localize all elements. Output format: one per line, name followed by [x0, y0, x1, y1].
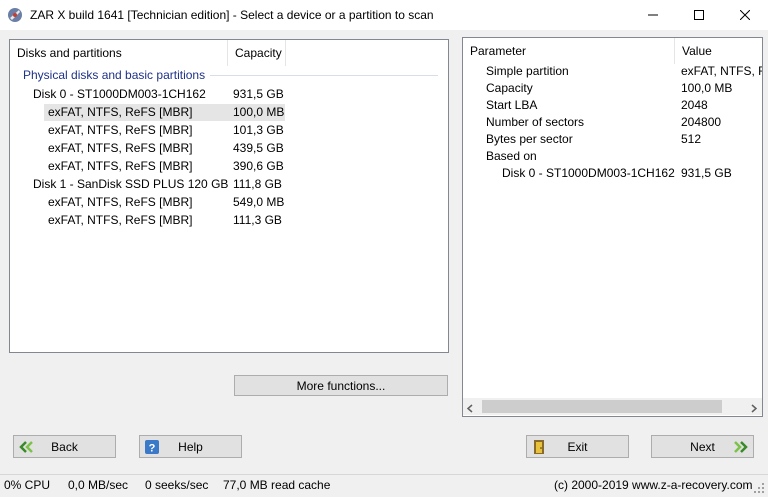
- param-row: Start LBA 2048: [463, 97, 762, 114]
- next-arrow-icon: [733, 439, 749, 458]
- item-capacity: 549,0 MB: [233, 195, 285, 209]
- column-header-value[interactable]: Value: [675, 38, 765, 64]
- list-item-partition[interactable]: exFAT, NTFS, ReFS [MBR] 439,5 GB: [10, 140, 450, 157]
- item-capacity: 931,5 GB: [233, 87, 284, 101]
- column-header-capacity[interactable]: Capacity: [228, 40, 286, 66]
- item-name: exFAT, NTFS, ReFS [MBR]: [48, 213, 193, 227]
- item-capacity: 111,8 GB: [233, 177, 282, 191]
- more-functions-label: More functions...: [296, 378, 386, 393]
- item-capacity: 439,5 GB: [233, 141, 284, 155]
- horizontal-scrollbar[interactable]: [463, 398, 762, 415]
- app-icon: [7, 7, 23, 23]
- param-value: 2048: [681, 98, 708, 112]
- param-value: exFAT, NTFS, R: [681, 64, 762, 78]
- status-seeks: 0 seeks/sec: [145, 478, 209, 492]
- list-item-disk0[interactable]: Disk 0 - ST1000DM003-1CH162 931,5 GB: [10, 86, 450, 103]
- disk-list-panel[interactable]: Disks and partitions Capacity Physical d…: [9, 39, 449, 353]
- item-capacity: 101,3 GB: [233, 123, 284, 137]
- window-title: ZAR X build 1641 [Technician edition] - …: [30, 8, 434, 22]
- help-label: Help: [178, 439, 203, 454]
- item-capacity: 390,6 GB: [233, 159, 284, 173]
- status-throughput: 0,0 MB/sec: [68, 478, 129, 492]
- close-icon: [740, 10, 750, 20]
- group-divider: [210, 75, 438, 76]
- list-item-partition[interactable]: exFAT, NTFS, ReFS [MBR] 111,3 GB: [10, 212, 450, 229]
- list-item-disk1[interactable]: Disk 1 - SanDisk SSD PLUS 120 GB 111,8 G…: [10, 176, 450, 193]
- status-cpu: 0% CPU: [4, 478, 51, 492]
- item-name: exFAT, NTFS, ReFS [MBR]: [48, 159, 193, 173]
- param-value: 100,0 MB: [681, 81, 733, 95]
- param-name: Disk 0 - ST1000DM003-1CH162: [502, 166, 675, 180]
- param-name: Number of sectors: [486, 115, 585, 129]
- param-row: Bytes per sector 512: [463, 131, 762, 148]
- param-row: Number of sectors 204800: [463, 114, 762, 131]
- item-name: exFAT, NTFS, ReFS [MBR]: [48, 195, 193, 209]
- next-button[interactable]: Next: [651, 435, 754, 458]
- param-row: Simple partition exFAT, NTFS, R: [463, 63, 762, 80]
- param-row: Based on: [463, 148, 762, 165]
- param-name: Bytes per sector: [486, 132, 573, 146]
- group-label: Physical disks and basic partitions: [23, 68, 206, 82]
- item-capacity: 100,0 MB: [233, 105, 285, 119]
- exit-label: Exit: [567, 439, 588, 454]
- item-name: exFAT, NTFS, ReFS [MBR]: [48, 141, 193, 155]
- param-name: Start LBA: [486, 98, 538, 112]
- param-row: Capacity 100,0 MB: [463, 80, 762, 97]
- back-label: Back: [51, 439, 78, 454]
- title-bar: ZAR X build 1641 [Technician edition] - …: [0, 0, 768, 30]
- maximize-icon: [694, 10, 704, 20]
- item-name: exFAT, NTFS, ReFS [MBR]: [48, 123, 193, 137]
- param-name: Simple partition: [486, 64, 569, 78]
- resize-grip-icon[interactable]: [754, 483, 765, 497]
- close-button[interactable]: [722, 0, 768, 30]
- list-item-partition[interactable]: exFAT, NTFS, ReFS [MBR] 101,3 GB: [10, 122, 450, 139]
- param-name: Capacity: [486, 81, 533, 95]
- more-functions-button[interactable]: More functions...: [234, 375, 448, 396]
- item-name: Disk 0 - ST1000DM003-1CH162: [33, 87, 206, 101]
- param-value: 512: [681, 132, 702, 146]
- status-bar: 0% CPU 0,0 MB/sec 0 seeks/sec 77,0 MB re…: [0, 474, 768, 497]
- minimize-button[interactable]: [630, 0, 676, 30]
- item-name: Disk 1 - SanDisk SSD PLUS 120 GB: [33, 177, 229, 191]
- exit-button[interactable]: Exit: [526, 435, 629, 458]
- list-item-partition[interactable]: exFAT, NTFS, ReFS [MBR] 549,0 MB: [10, 194, 450, 211]
- minimize-icon: [648, 14, 658, 16]
- list-item-partition-selected[interactable]: exFAT, NTFS, ReFS [MBR] 100,0 MB: [10, 104, 450, 121]
- item-capacity: 111,3 GB: [233, 213, 282, 227]
- column-header-parameter[interactable]: Parameter: [463, 38, 675, 64]
- param-name: Based on: [486, 149, 537, 163]
- column-header-disks[interactable]: Disks and partitions: [10, 40, 228, 66]
- status-cache: 77,0 MB read cache: [223, 478, 331, 492]
- item-name: exFAT, NTFS, ReFS [MBR]: [48, 105, 193, 119]
- status-copyright-link[interactable]: (c) 2000-2019 www.z-a-recovery.com: [554, 478, 753, 492]
- param-value: 204800: [681, 115, 722, 129]
- scrollbar-thumb[interactable]: [482, 400, 722, 413]
- param-value: 931,5 GB: [681, 166, 732, 180]
- scroll-left-icon[interactable]: [466, 402, 475, 416]
- back-button[interactable]: Back: [13, 435, 116, 458]
- scroll-right-icon[interactable]: [749, 402, 758, 416]
- list-item-partition[interactable]: exFAT, NTFS, ReFS [MBR] 390,6 GB: [10, 158, 450, 175]
- help-button[interactable]: ? Help: [139, 435, 242, 458]
- param-row: Disk 0 - ST1000DM003-1CH162 931,5 GB: [463, 165, 762, 182]
- parameters-panel[interactable]: Parameter Value Simple partition exFAT, …: [462, 37, 763, 417]
- maximize-button[interactable]: [676, 0, 722, 30]
